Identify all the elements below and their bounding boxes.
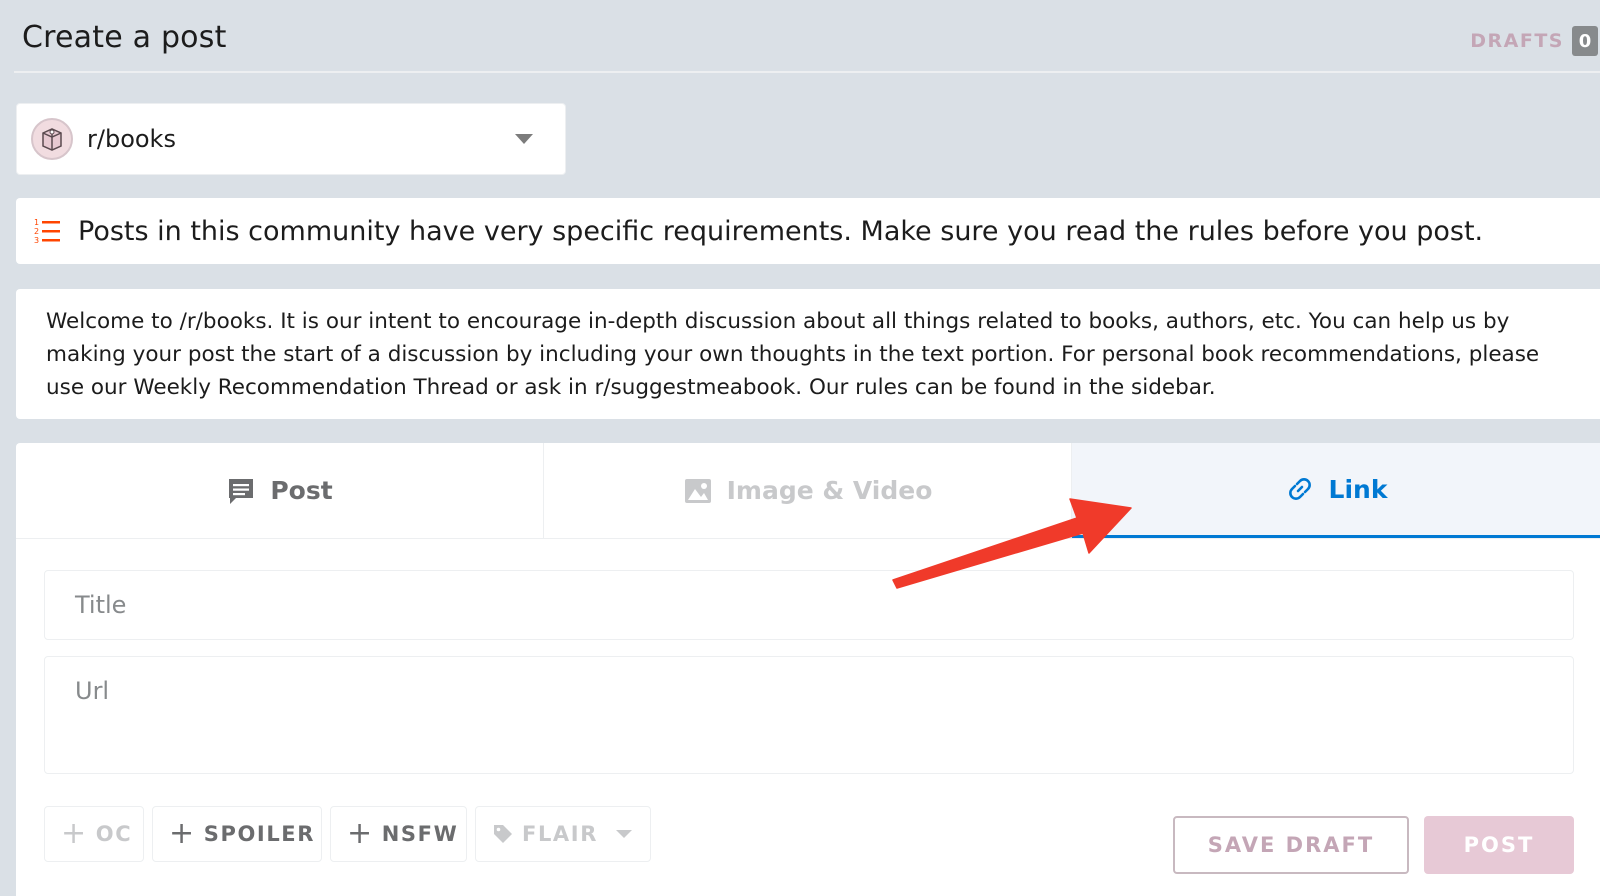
- community-selector[interactable]: r/books: [16, 103, 566, 175]
- post-icon: [229, 478, 254, 504]
- svg-text:2: 2: [34, 227, 39, 236]
- books-avatar-icon: [31, 118, 73, 160]
- post-type-tabs: Post Image & Video Link: [16, 443, 1600, 539]
- plus-icon: +: [169, 816, 196, 851]
- title-input[interactable]: Title: [44, 570, 1574, 640]
- tab-image-video[interactable]: Image & Video: [544, 443, 1072, 538]
- oc-label: OC: [95, 822, 133, 846]
- create-post-page: Create a post DRAFTS 0 r/books 1 2 3 Pos…: [0, 0, 1600, 896]
- community-name: r/books: [87, 125, 176, 153]
- tab-post-label: Post: [270, 476, 333, 505]
- drafts-count-badge: 0: [1572, 26, 1598, 56]
- post-tags: + OC + SPOILER + NSFW FLAIR: [44, 806, 651, 862]
- url-input[interactable]: Url: [44, 656, 1574, 774]
- tab-link-label: Link: [1328, 474, 1388, 504]
- flair-label: FLAIR: [522, 822, 598, 846]
- spoiler-label: SPOILER: [203, 822, 316, 846]
- welcome-text: Welcome to /r/books. It is our intent to…: [46, 309, 1540, 400]
- save-draft-button[interactable]: SAVE DRAFT: [1173, 816, 1409, 874]
- community-description: Welcome to /r/books. It is our intent to…: [16, 289, 1600, 419]
- url-placeholder: Url: [75, 677, 110, 705]
- nsfw-button[interactable]: + NSFW: [330, 806, 467, 862]
- chevron-down-icon: [615, 830, 632, 838]
- link-icon: [1288, 478, 1311, 500]
- svg-text:1: 1: [34, 218, 39, 227]
- chevron-down-icon[interactable]: [515, 134, 533, 144]
- drafts-button[interactable]: DRAFTS 0: [1470, 26, 1598, 56]
- flair-button[interactable]: FLAIR: [475, 806, 651, 862]
- oc-button[interactable]: + OC: [44, 806, 144, 862]
- tab-post[interactable]: Post: [16, 443, 544, 538]
- post-composer: Post Image & Video Link Title Url + OC +…: [16, 443, 1600, 896]
- title-placeholder: Title: [75, 591, 127, 619]
- plus-icon: +: [347, 816, 374, 851]
- tab-link[interactable]: Link: [1072, 443, 1600, 538]
- tag-icon: [494, 825, 512, 843]
- community-rules-notice: 1 2 3 Posts in this community have very …: [16, 198, 1600, 264]
- tab-image-video-label: Image & Video: [726, 476, 933, 505]
- plus-icon: +: [61, 816, 88, 851]
- notice-text: Posts in this community have very specif…: [78, 215, 1484, 247]
- drafts-label: DRAFTS: [1470, 30, 1564, 52]
- page-header: Create a post DRAFTS 0: [14, 0, 1600, 73]
- spoiler-button[interactable]: + SPOILER: [152, 806, 322, 862]
- page-title: Create a post: [22, 20, 227, 55]
- nsfw-label: NSFW: [381, 822, 459, 846]
- image-icon: [684, 478, 711, 503]
- post-button[interactable]: POST: [1424, 816, 1574, 874]
- svg-text:3: 3: [34, 236, 39, 245]
- list-numbered-icon: 1 2 3: [34, 218, 60, 245]
